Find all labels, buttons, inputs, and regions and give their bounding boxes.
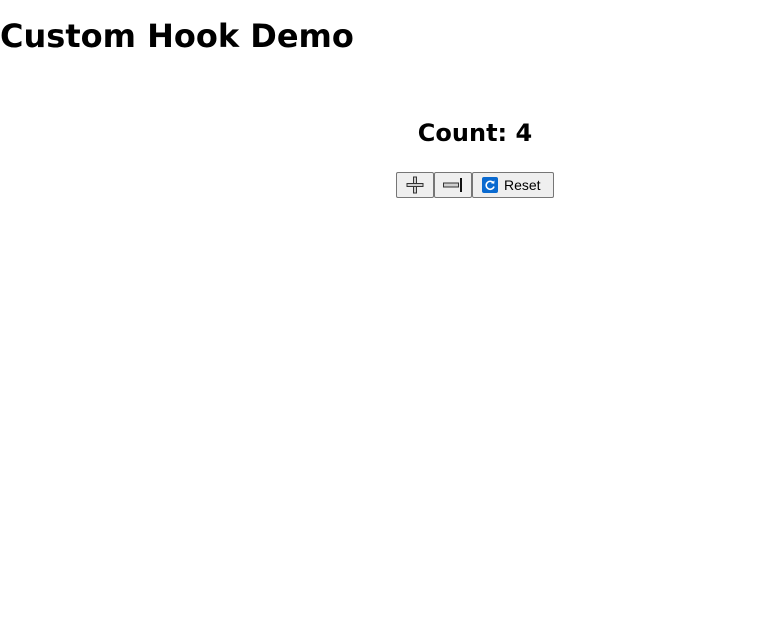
page-title: Custom Hook Demo — [0, 17, 354, 55]
minus-icon — [443, 178, 462, 192]
refresh-icon — [482, 177, 498, 193]
count-value: 4 — [515, 119, 533, 147]
count-label: Count: — [417, 119, 516, 147]
counter-section: Count: 4 Reset — [0, 116, 780, 198]
button-group: Reset — [0, 172, 780, 198]
count-display: Count: 4 — [0, 116, 780, 150]
reset-button[interactable]: Reset — [472, 172, 554, 198]
plus-icon — [406, 176, 424, 194]
increment-button[interactable] — [396, 172, 434, 198]
decrement-button[interactable] — [434, 172, 472, 198]
reset-button-label: Reset — [504, 177, 541, 193]
